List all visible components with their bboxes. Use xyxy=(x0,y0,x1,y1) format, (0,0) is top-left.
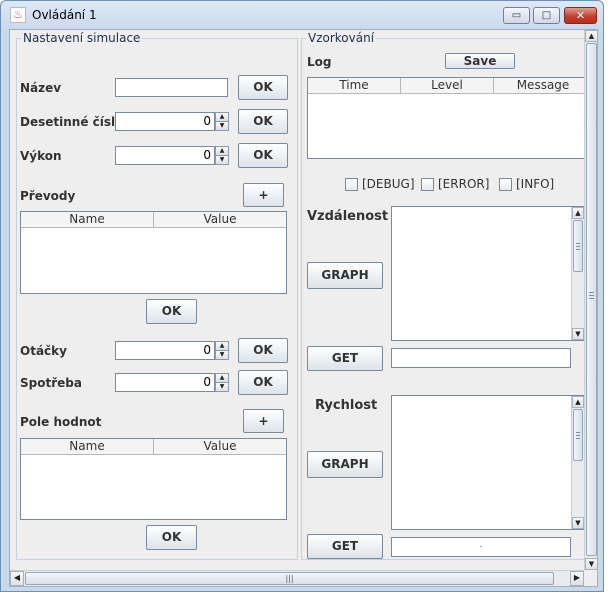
rychlost-get-button[interactable]: GET xyxy=(307,534,383,559)
vzdalenost-graph-button[interactable]: GRAPH xyxy=(307,262,383,289)
log-table-header: Time Level Message xyxy=(308,78,592,94)
otacky-spinner[interactable]: 0 ▲ ▼ xyxy=(115,341,229,360)
scroll-thumb[interactable] xyxy=(573,409,583,461)
vzdalenost-get-button[interactable]: GET xyxy=(307,346,383,371)
log-table[interactable]: Time Level Message xyxy=(307,77,592,159)
vzdalenost-area[interactable]: ▲ ▼ xyxy=(391,206,585,341)
scroll-down-icon[interactable]: ▼ xyxy=(572,517,584,529)
desetinne-value[interactable]: 0 xyxy=(115,112,215,131)
debug-filter[interactable]: [DEBUG] xyxy=(345,177,415,191)
vzdalenost-label: Vzdálenost xyxy=(307,209,389,224)
error-filter[interactable]: [ERROR] xyxy=(421,177,489,191)
spinner-down-icon[interactable]: ▼ xyxy=(215,350,229,360)
window-horizontal-scrollbar[interactable]: ◀ ||| ▶ xyxy=(10,570,584,586)
pole-hodnot-table[interactable]: Name Value xyxy=(20,438,287,520)
grip-line xyxy=(576,243,580,244)
scroll-down-icon[interactable]: ▼ xyxy=(572,328,584,340)
prevody-table[interactable]: Name Value xyxy=(20,211,287,294)
window-vertical-scrollbar[interactable]: ▲ ▼ xyxy=(584,30,597,570)
main-window: ♨ Ovládání 1 ▭ □ ✕ Nastavení simulace Ná… xyxy=(0,0,604,592)
scroll-right-icon[interactable]: ▶ xyxy=(570,571,584,586)
info-checkbox[interactable] xyxy=(499,177,512,191)
debug-checkbox-label: [DEBUG] xyxy=(362,177,415,191)
window-title: Ovládání 1 xyxy=(32,8,97,22)
rychlost-value-field[interactable]: . xyxy=(391,537,571,557)
grip-line xyxy=(576,435,580,436)
vzdalenost-scrollbar[interactable]: ▲ ▼ xyxy=(571,207,584,340)
prevody-table-header: Name Value xyxy=(21,212,286,228)
debug-checkbox[interactable] xyxy=(345,177,358,191)
sampling-panel-title: Vzorkování xyxy=(306,31,377,45)
pole-hodnot-add-button[interactable]: + xyxy=(243,409,284,433)
grip-line xyxy=(589,292,594,293)
spinner-down-icon[interactable]: ▼ xyxy=(215,382,229,392)
error-checkbox-label: [ERROR] xyxy=(438,177,490,191)
minimize-button[interactable]: ▭ xyxy=(503,7,530,24)
vykon-ok-button[interactable]: OK xyxy=(238,143,288,168)
column-time[interactable]: Time xyxy=(308,78,401,93)
scroll-up-icon[interactable]: ▲ xyxy=(572,396,584,408)
pole-hodnot-label: Pole hodnot xyxy=(20,415,102,429)
spinner-down-icon[interactable]: ▼ xyxy=(215,155,229,165)
info-checkbox-label: [INFO] xyxy=(516,177,555,191)
otacky-ok-button[interactable]: OK xyxy=(238,338,288,363)
grip-line xyxy=(589,295,594,296)
desetinne-label: Desetinné číslo xyxy=(20,115,124,129)
grip-line xyxy=(576,438,580,439)
rychlost-graph-button[interactable]: GRAPH xyxy=(307,451,383,478)
otacky-label: Otáčky xyxy=(20,344,67,358)
scroll-left-icon[interactable]: ◀ xyxy=(10,571,24,586)
otacky-value[interactable]: 0 xyxy=(115,341,215,360)
desetinne-ok-button[interactable]: OK xyxy=(238,109,288,134)
vzdalenost-value-field[interactable] xyxy=(391,348,571,368)
spotreba-label: Spotřeba xyxy=(20,376,82,390)
horizontal-scroll-thumb[interactable]: ||| xyxy=(25,572,554,585)
vykon-label: Výkon xyxy=(20,149,62,163)
column-value[interactable]: Value xyxy=(154,439,286,454)
prevody-ok-button[interactable]: OK xyxy=(146,299,197,324)
spinner-down-icon[interactable]: ▼ xyxy=(215,121,229,131)
column-message[interactable]: Message xyxy=(494,78,592,93)
nazev-input[interactable] xyxy=(115,78,228,97)
spotreba-value[interactable]: 0 xyxy=(115,373,215,392)
grip-line xyxy=(576,249,580,250)
log-label: Log xyxy=(307,55,332,69)
window-scroll-thumb[interactable] xyxy=(586,43,597,556)
rychlost-scrollbar[interactable]: ▲ ▼ xyxy=(571,396,584,529)
scroll-up-icon[interactable]: ▲ xyxy=(585,30,597,42)
prevody-add-button[interactable]: + xyxy=(243,183,284,207)
window-content: Nastavení simulace Název OK Desetinné čí… xyxy=(9,29,598,587)
scroll-down-icon[interactable]: ▼ xyxy=(585,558,597,570)
pole-hodnot-table-header: Name Value xyxy=(21,439,286,455)
column-value[interactable]: Value xyxy=(154,212,286,227)
column-name[interactable]: Name xyxy=(21,212,154,227)
error-checkbox[interactable] xyxy=(421,177,434,191)
column-name[interactable]: Name xyxy=(21,439,154,454)
grip-line xyxy=(576,432,580,433)
desetinne-spinner[interactable]: 0 ▲ ▼ xyxy=(115,112,229,131)
nazev-ok-button[interactable]: OK xyxy=(238,75,288,100)
spotreba-ok-button[interactable]: OK xyxy=(238,370,288,395)
column-level[interactable]: Level xyxy=(401,78,494,93)
prevody-label: Převody xyxy=(20,189,76,203)
java-cup-icon: ♨ xyxy=(10,7,26,23)
vykon-spinner[interactable]: 0 ▲ ▼ xyxy=(115,146,229,165)
grip-line xyxy=(589,298,594,299)
spotreba-spinner[interactable]: 0 ▲ ▼ xyxy=(115,373,229,392)
maximize-button[interactable]: □ xyxy=(533,7,560,24)
rychlost-label: Rychlost xyxy=(315,398,378,413)
info-filter[interactable]: [INFO] xyxy=(499,177,554,191)
scroll-up-icon[interactable]: ▲ xyxy=(572,207,584,219)
save-button[interactable]: Save xyxy=(445,53,515,69)
grip-line xyxy=(576,246,580,247)
close-button[interactable]: ✕ xyxy=(564,7,597,24)
pole-hodnot-ok-button[interactable]: OK xyxy=(146,525,197,550)
rychlost-area[interactable]: ▲ ▼ xyxy=(391,395,585,530)
title-bar[interactable]: ♨ Ovládání 1 ▭ □ ✕ xyxy=(1,1,603,29)
vykon-value[interactable]: 0 xyxy=(115,146,215,165)
nazev-label: Název xyxy=(20,81,62,95)
settings-panel-title: Nastavení simulace xyxy=(21,31,143,45)
scroll-thumb[interactable] xyxy=(573,220,583,272)
